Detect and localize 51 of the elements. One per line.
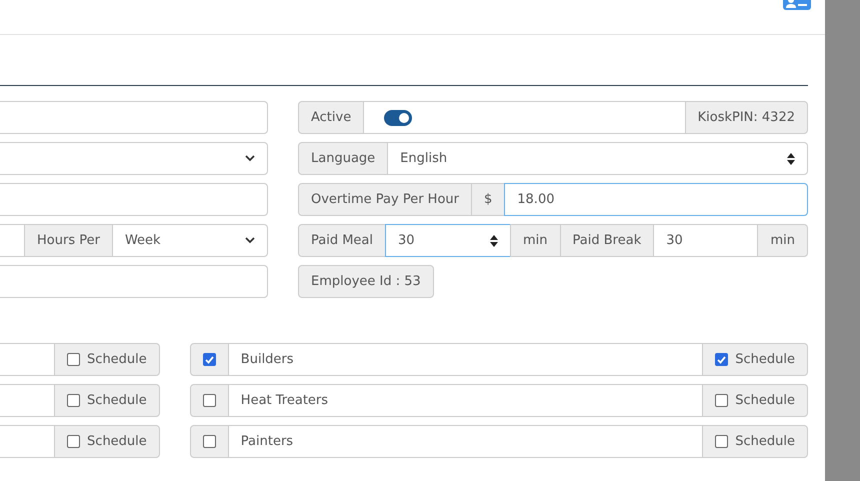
schedule-label: Schedule [87,393,147,408]
kiosk-pin-label: KioskPIN: 4322 [684,101,808,134]
text-field[interactable] [0,183,268,216]
group-checkbox[interactable] [202,435,216,448]
schedule-label: Schedule [87,434,147,449]
unit-label: min [757,224,808,257]
text-field[interactable] [0,384,56,417]
text-field[interactable] [0,425,56,458]
paid-break-label: Paid Break [560,224,654,257]
paid-break-field[interactable]: 30 [653,224,758,257]
hours-per-label: Hours Per [24,224,113,257]
paid-meal-label: Paid Meal [298,224,386,257]
text-field[interactable] [0,224,25,257]
schedule-checkbox[interactable] [67,394,80,407]
group-name: Heat Treaters [228,384,704,417]
group-checkbox[interactable] [202,353,216,366]
overtime-field[interactable]: 18.00 [504,183,808,216]
schedule-checkbox[interactable] [67,353,80,366]
overtime-label: Overtime Pay Per Hour [298,183,472,216]
language-label: Language [298,142,388,175]
schedule-label: Schedule [735,434,795,449]
schedule-label: Schedule [735,352,795,367]
group-name: Painters [228,425,704,458]
up-down-arrows-icon [787,152,795,164]
text-field[interactable] [0,101,268,134]
employee-id-label: Employee Id : 53 [298,265,434,298]
schedule-checkbox[interactable] [715,435,728,448]
paid-meal-field[interactable]: 30 [385,224,512,257]
active-label: Active [298,101,364,134]
schedule-checkbox[interactable] [67,435,80,448]
schedule-label: Schedule [87,352,147,367]
chevron-down-icon [245,155,255,162]
chevron-down-icon [245,237,255,244]
period-select[interactable]: Week [112,224,268,257]
up-down-arrows-icon [490,234,498,246]
unit-label: min [510,224,561,257]
schedule-checkbox[interactable] [715,394,728,407]
scrollbar[interactable] [825,0,860,481]
group-checkbox[interactable] [202,394,216,407]
checkmark-icon [717,356,726,364]
language-select[interactable]: English [387,142,808,175]
group-name: Builders [228,343,704,376]
checkmark-icon [204,356,214,364]
currency-label: $ [470,183,506,216]
schedule-checkbox[interactable] [715,353,728,366]
active-toggle[interactable] [384,110,412,126]
contact-card-icon[interactable] [783,0,811,10]
schedule-label: Schedule [735,393,795,408]
select-field[interactable] [0,142,268,175]
text-field[interactable] [0,265,268,298]
text-field[interactable] [0,343,56,376]
